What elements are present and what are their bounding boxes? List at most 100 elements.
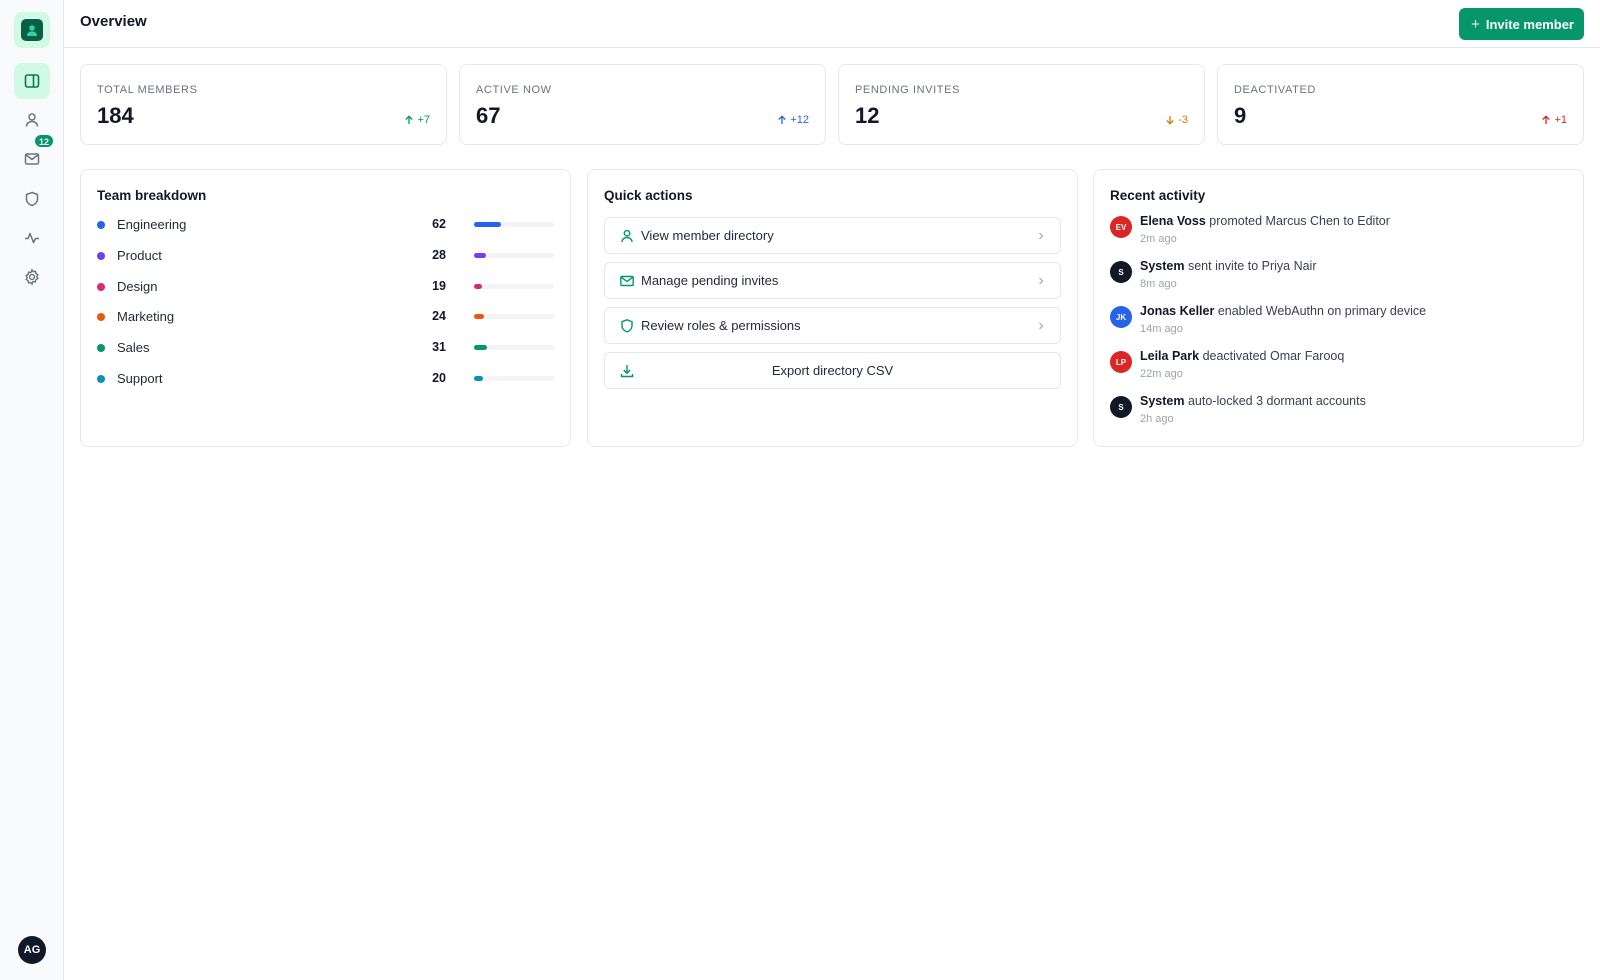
- stat-delta-value: +1: [1554, 114, 1567, 126]
- team-count: 62: [432, 217, 446, 231]
- activity-time: 2h ago: [1140, 413, 1174, 425]
- activity-text: Elena Voss promoted Marcus Chen to Edito…: [1140, 214, 1390, 228]
- page-title: Overview: [80, 13, 147, 30]
- action-label: Manage pending invites: [641, 273, 779, 288]
- activity-text: Leila Park deactivated Omar Farooq: [1140, 349, 1344, 363]
- user-logo-icon: [21, 19, 43, 41]
- stat-label: PENDING INVITES: [855, 84, 960, 96]
- team-row-engineering: Engineering 62: [97, 215, 554, 235]
- team-bar-fill: [474, 314, 485, 319]
- quick-actions-panel: Quick actions View member directory Mana…: [587, 169, 1078, 447]
- team-color-dot: [97, 283, 105, 291]
- panel-title: Recent activity: [1110, 188, 1206, 203]
- activity-item: LP Leila Park deactivated Omar Farooq 22…: [1110, 349, 1567, 389]
- team-bar-track: [474, 253, 554, 258]
- team-name: Design: [117, 279, 158, 294]
- team-bar-track: [474, 222, 554, 227]
- stat-label: ACTIVE NOW: [476, 84, 552, 96]
- stat-card-deactivated: DEACTIVATED 9 +1: [1217, 64, 1584, 145]
- sidebar-layout-icon: [24, 74, 40, 88]
- team-bar-fill: [474, 253, 487, 258]
- stat-delta-value: +7: [417, 114, 430, 126]
- activity-actor: System: [1140, 259, 1185, 273]
- view-member-directory-button[interactable]: View member directory: [604, 217, 1061, 254]
- plus-icon: +: [1471, 15, 1480, 33]
- team-bar-fill: [474, 284, 483, 289]
- user-icon: [25, 113, 39, 127]
- nav-members[interactable]: [14, 102, 50, 138]
- top-header: Overview + Invite member: [64, 0, 1600, 48]
- stat-value: 9: [1234, 103, 1247, 128]
- team-bar-track: [474, 284, 554, 289]
- activity-actor: System: [1140, 394, 1185, 408]
- activity-description: auto-locked 3 dormant accounts: [1187, 394, 1366, 408]
- action-label: Export directory CSV: [771, 363, 894, 378]
- activity-item: JK Jonas Keller enabled WebAuthn on prim…: [1110, 304, 1567, 344]
- arrow-up-icon: [405, 115, 414, 124]
- action-label: Review roles & permissions: [641, 318, 801, 333]
- team-color-dot: [97, 375, 105, 383]
- activity-text: System sent invite to Priya Nair: [1140, 259, 1317, 273]
- shield-icon: [621, 319, 633, 333]
- activity-text: System auto-locked 3 dormant accounts: [1140, 394, 1366, 408]
- team-color-dot: [97, 344, 105, 352]
- team-color-dot: [97, 221, 105, 229]
- team-color-dot: [97, 252, 105, 260]
- shield-icon: [25, 191, 39, 207]
- sidebar: 12 AG: [0, 0, 64, 980]
- activity-text: Jonas Keller enabled WebAuthn on primary…: [1140, 304, 1426, 318]
- team-color-dot: [97, 313, 105, 321]
- team-name: Product: [117, 248, 162, 263]
- team-row-support: Support 20: [97, 369, 554, 389]
- activity-time: 22m ago: [1140, 368, 1183, 380]
- chevron-right-icon: [1039, 322, 1044, 330]
- team-name: Support: [117, 371, 163, 386]
- stat-delta-value: -3: [1178, 114, 1188, 126]
- team-bar-fill: [474, 376, 483, 381]
- panel-title: Team breakdown: [97, 188, 207, 203]
- user-avatar[interactable]: AG: [18, 936, 46, 964]
- team-breakdown-panel: Team breakdown Engineering 62 Product 28…: [80, 169, 571, 447]
- stat-delta: +1: [1541, 114, 1567, 126]
- avatar: LP: [1110, 351, 1132, 373]
- arrow-down-icon: [1166, 116, 1174, 125]
- manage-pending-invites-button[interactable]: Manage pending invites: [604, 262, 1061, 299]
- activity-description: deactivated Omar Farooq: [1202, 349, 1345, 363]
- team-row-sales: Sales 31: [97, 338, 554, 358]
- nav-activity[interactable]: [14, 220, 50, 256]
- activity-time: 14m ago: [1140, 323, 1183, 335]
- nav-invites[interactable]: 12: [14, 134, 55, 177]
- team-count: 24: [432, 309, 446, 323]
- nav-dashboard[interactable]: [14, 63, 50, 99]
- invite-member-button[interactable]: + Invite member: [1459, 8, 1584, 40]
- activity-description: promoted Marcus Chen to Editor: [1209, 214, 1390, 228]
- nav-security[interactable]: [14, 181, 50, 217]
- activity-time: 8m ago: [1140, 278, 1177, 290]
- stat-label: TOTAL MEMBERS: [97, 84, 198, 96]
- review-roles-permissions-button[interactable]: Review roles & permissions: [604, 307, 1061, 344]
- team-count: 19: [432, 279, 446, 293]
- team-row-product: Product 28: [97, 246, 554, 266]
- chevron-right-icon: [1039, 232, 1044, 240]
- team-name: Marketing: [117, 309, 175, 324]
- team-row-marketing: Marketing 24: [97, 307, 554, 327]
- panel-title: Quick actions: [604, 188, 693, 203]
- export-directory-csv-button[interactable]: Export directory CSV: [604, 352, 1061, 389]
- activity-actor: Jonas Keller: [1140, 304, 1215, 318]
- app-logo[interactable]: [14, 12, 50, 48]
- activity-item: EV Elena Voss promoted Marcus Chen to Ed…: [1110, 214, 1567, 254]
- mail-icon: [24, 153, 40, 165]
- team-name: Sales: [117, 340, 150, 355]
- team-name: Engineering: [117, 217, 187, 232]
- nav-settings[interactable]: [14, 259, 50, 295]
- stat-delta: -3: [1165, 114, 1188, 126]
- inbox-badge: 12: [34, 134, 55, 148]
- stat-card-total-members: TOTAL MEMBERS 184 +7: [80, 64, 447, 145]
- activity-item: S System auto-locked 3 dormant accounts …: [1110, 394, 1567, 434]
- stat-value: 67: [476, 103, 501, 128]
- stat-delta: +7: [404, 114, 430, 126]
- activity-actor: Leila Park: [1140, 349, 1200, 363]
- avatar: JK: [1110, 306, 1132, 328]
- stat-delta-value: +12: [790, 114, 809, 126]
- user-icon: [621, 229, 633, 243]
